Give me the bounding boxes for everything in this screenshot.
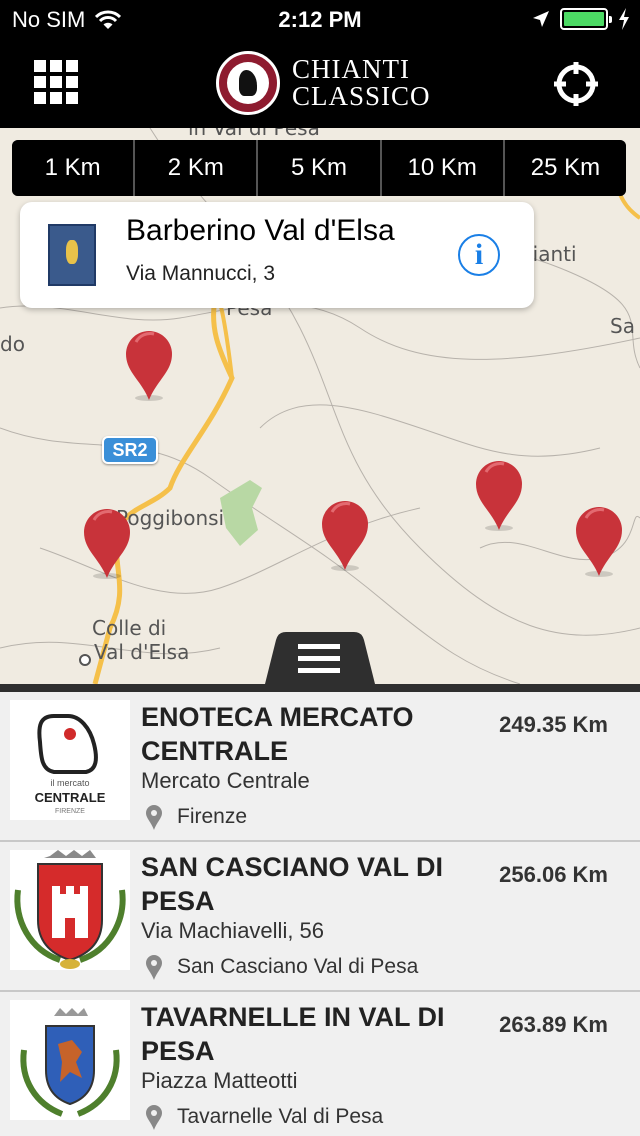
item-city: San Casciano Val di Pesa [177,955,419,978]
coat-of-arms-icon [20,1008,120,1117]
distance-filter-bar: 1 Km 2 Km 5 Km 10 Km 25 Km [12,140,626,196]
distance-button-25km[interactable]: 25 Km [504,140,626,196]
item-city-row: San Casciano Val di Pesa [145,954,418,980]
hamburger-icon [298,644,340,649]
nav-bar: CHIANTI CLASSICO [0,40,640,128]
grid-icon-cell [50,60,62,72]
item-address: Mercato Centrale [141,768,310,793]
road-shield-sr2: SR2 [102,436,158,464]
status-bar: No SIM 2:12 PM [0,0,640,40]
logo-main-text: CENTRALE [35,790,106,805]
rooster-seal-icon [216,51,280,115]
coat-of-arms-icon [14,850,126,969]
map-label: Sa [610,314,635,338]
grid-icon-cell [66,76,78,88]
item-address: Via Machiavelli, 56 [141,918,325,943]
battery-level [564,12,604,26]
grid-icon-cell [50,76,62,88]
map-callout[interactable]: Barberino Val d'Elsa Via Mannucci, 3 i [20,202,534,308]
callout-address: Via Mannucci, 3 [126,262,276,285]
item-title: SAN CASCIANO VAL DI PESA [141,852,444,916]
callout-title: Barberino Val d'Elsa [126,214,395,247]
info-icon[interactable]: i [458,234,500,276]
status-right-group [532,8,630,30]
chianti-classico-logo: CHIANTI CLASSICO [216,51,431,115]
list-item[interactable]: il mercato CENTRALE FIRENZE ENOTECA MERC… [0,692,640,842]
item-distance: 263.89 Km [499,1012,608,1037]
item-title: TAVARNELLE IN VAL DI PESA [141,1002,445,1066]
logo-line-1: CHIANTI [292,54,410,84]
distance-button-2km[interactable]: 2 Km [135,140,257,196]
logo-small-text: il mercato [50,778,89,788]
map-pin-icon[interactable] [574,504,624,578]
map-label: Poggibonsi [116,506,225,530]
grid-icon-cell [34,92,46,104]
item-city-row: Firenze [145,804,247,830]
grid-icon-cell [50,92,62,104]
grid-icon-cell [34,60,46,72]
grid-menu-button[interactable] [34,60,78,104]
crosshair-icon[interactable] [552,60,600,108]
tavarnelle-crest [10,1000,130,1120]
item-distance: 256.06 Km [499,862,608,887]
grid-icon-cell [66,92,78,104]
list-item[interactable]: TAVARNELLE IN VAL DI PESA Piazza Matteot… [0,992,640,1136]
map-pin-icon[interactable] [474,458,524,532]
enoteca-logo: il mercato CENTRALE FIRENZE [10,700,130,820]
grid-icon-cell [66,60,78,72]
item-city-row: Tavarnelle Val di Pesa [145,1104,383,1130]
list-item[interactable]: SAN CASCIANO VAL DI PESA Via Machiavelli… [0,842,640,992]
distance-button-10km[interactable]: 10 Km [381,140,503,196]
map-pin-icon[interactable] [320,498,370,572]
location-pin-icon [146,955,162,980]
list-toggle-handle[interactable] [264,632,376,688]
location-pin-icon [146,1105,162,1130]
location-pin-icon [146,805,162,830]
item-city: Firenze [177,805,248,828]
map-label: do [0,332,25,356]
location-arrow-icon [533,11,549,27]
map-pin-icon[interactable] [82,506,132,580]
map-label: in Val di Pesa [188,128,320,140]
item-city: Tavarnelle Val di Pesa [177,1105,384,1128]
coat-of-arms-icon [48,224,96,286]
logo-sub-text: FIRENZE [55,808,85,815]
logo-text: CHIANTI CLASSICO [292,56,431,110]
grid-icon-cell [34,76,46,88]
distance-button-5km[interactable]: 5 Km [258,140,380,196]
item-title: ENOTECA MERCATO CENTRALE [141,702,414,766]
map-label: Val d'Elsa [94,640,190,664]
logo-line-2: CLASSICO [292,81,431,111]
battery-icon [560,8,612,30]
location-list: il mercato CENTRALE FIRENZE ENOTECA MERC… [0,684,640,1136]
san-casciano-crest [10,850,130,970]
map-label: Colle di [92,616,167,640]
charging-bolt-icon [619,8,629,30]
item-address: Piazza Matteotti [141,1068,298,1093]
item-distance: 249.35 Km [499,712,608,737]
distance-button-1km[interactable]: 1 Km [12,140,134,196]
mercato-centrale-logo-icon: il mercato CENTRALE FIRENZE [35,714,106,815]
map-pin-icon[interactable] [124,328,174,402]
